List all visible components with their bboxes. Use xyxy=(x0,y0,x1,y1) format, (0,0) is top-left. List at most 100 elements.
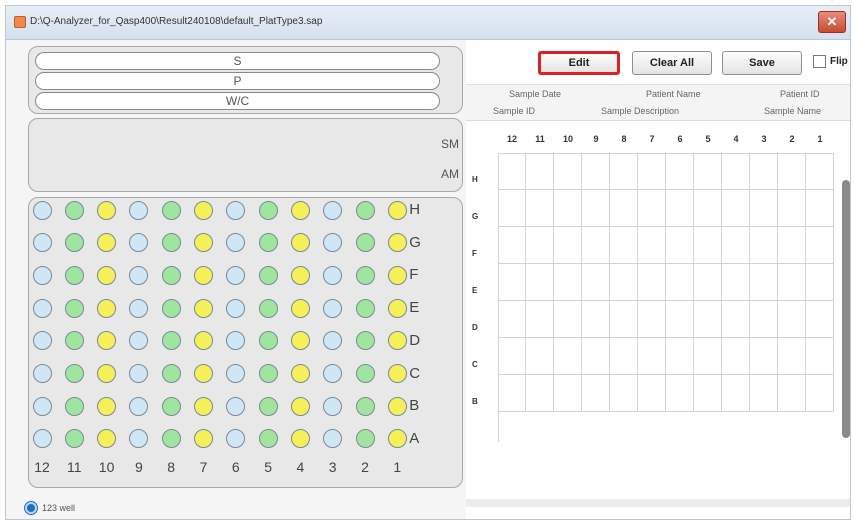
well-A5[interactable] xyxy=(258,429,278,449)
grid-cell-C7[interactable] xyxy=(638,338,666,375)
grid-cell-B12[interactable] xyxy=(498,375,526,412)
grid-cell-B7[interactable] xyxy=(638,375,666,412)
well-H4[interactable] xyxy=(290,200,310,220)
grid-cell-B2[interactable] xyxy=(778,375,806,412)
grid-cell-B4[interactable] xyxy=(722,375,750,412)
header-sample-date[interactable]: Sample Date xyxy=(509,89,561,99)
grid-cell-B6[interactable] xyxy=(666,375,694,412)
well-E8[interactable] xyxy=(161,298,181,318)
well-C5[interactable] xyxy=(258,364,278,383)
well-B1[interactable] xyxy=(387,396,407,416)
grid-cell-D5[interactable] xyxy=(694,301,722,338)
well-H5[interactable] xyxy=(258,200,278,220)
well-G4[interactable] xyxy=(290,233,310,253)
well-D8[interactable] xyxy=(161,331,181,351)
grid-cell-C9[interactable] xyxy=(582,338,610,375)
grid-cell-F5[interactable] xyxy=(694,227,722,264)
well-D3[interactable] xyxy=(323,331,343,351)
well-D12[interactable] xyxy=(32,331,52,351)
well-D1[interactable] xyxy=(387,331,407,351)
well-A9[interactable] xyxy=(129,429,149,449)
well-G11[interactable] xyxy=(64,233,84,253)
grid-cell-H7[interactable] xyxy=(638,153,666,190)
well-E10[interactable] xyxy=(97,298,117,318)
well-E3[interactable] xyxy=(323,298,343,318)
well-G7[interactable] xyxy=(194,233,213,253)
grid-cell-F7[interactable] xyxy=(638,227,666,264)
grid-cell-H5[interactable] xyxy=(694,153,722,190)
grid-cell-D1[interactable] xyxy=(806,301,834,338)
well-F1[interactable] xyxy=(387,265,407,285)
grid-cell-F11[interactable] xyxy=(526,227,554,264)
edit-button[interactable]: Edit xyxy=(538,51,620,75)
s-pill[interactable]: S xyxy=(35,52,440,70)
save-button[interactable]: Save xyxy=(722,51,802,75)
well-A8[interactable] xyxy=(161,429,181,449)
well-A7[interactable] xyxy=(194,429,213,449)
well-F11[interactable] xyxy=(64,265,84,285)
grid-cell-D8[interactable] xyxy=(610,301,638,338)
grid-cell-C4[interactable] xyxy=(722,338,750,375)
well-B10[interactable] xyxy=(97,396,117,416)
well-A6[interactable] xyxy=(226,429,246,449)
well-F9[interactable] xyxy=(129,265,149,285)
header-sample-name[interactable]: Sample Name xyxy=(764,106,821,116)
grid-cell-F8[interactable] xyxy=(610,227,638,264)
vertical-scrollbar[interactable] xyxy=(842,180,850,438)
well-B9[interactable] xyxy=(129,396,149,416)
header-patient-name[interactable]: Patient Name xyxy=(646,89,701,99)
well-E7[interactable] xyxy=(194,298,213,318)
well-B5[interactable] xyxy=(258,396,278,416)
well-D7[interactable] xyxy=(194,331,213,351)
grid-cell-F6[interactable] xyxy=(666,227,694,264)
well-H7[interactable] xyxy=(194,200,213,220)
grid-cell-H3[interactable] xyxy=(750,153,778,190)
radio-selected-icon[interactable] xyxy=(25,502,37,514)
grid-cell-E3[interactable] xyxy=(750,264,778,301)
well-C8[interactable] xyxy=(161,364,181,383)
grid-cell-E4[interactable] xyxy=(722,264,750,301)
well-D6[interactable] xyxy=(226,331,246,351)
well-H6[interactable] xyxy=(226,200,246,220)
header-patient-id[interactable]: Patient ID xyxy=(780,89,820,99)
well-C10[interactable] xyxy=(97,364,117,383)
grid-cell-E2[interactable] xyxy=(778,264,806,301)
header-sample-id[interactable]: Sample ID xyxy=(493,106,535,116)
well-G2[interactable] xyxy=(355,233,375,253)
well-F7[interactable] xyxy=(194,265,213,285)
grid-cell-H11[interactable] xyxy=(526,153,554,190)
well-B3[interactable] xyxy=(323,396,343,416)
grid-cell-F3[interactable] xyxy=(750,227,778,264)
grid-cell-E6[interactable] xyxy=(666,264,694,301)
well-G12[interactable] xyxy=(32,233,52,253)
grid-cell-G12[interactable] xyxy=(498,190,526,227)
grid-cell-H1[interactable] xyxy=(806,153,834,190)
well-D5[interactable] xyxy=(258,331,278,351)
well-F2[interactable] xyxy=(355,265,375,285)
grid-cell-C3[interactable] xyxy=(750,338,778,375)
grid-cell-F9[interactable] xyxy=(582,227,610,264)
well-E4[interactable] xyxy=(290,298,310,318)
well-B4[interactable] xyxy=(290,396,310,416)
grid-cell-G4[interactable] xyxy=(722,190,750,227)
wc-pill[interactable]: W/C xyxy=(35,92,440,110)
well-E6[interactable] xyxy=(226,298,246,318)
well-C6[interactable] xyxy=(226,364,246,383)
well-H1[interactable] xyxy=(387,200,407,220)
grid-cell-G2[interactable] xyxy=(778,190,806,227)
well-C2[interactable] xyxy=(355,364,375,383)
well-D2[interactable] xyxy=(355,331,375,351)
grid-cell-E10[interactable] xyxy=(554,264,582,301)
grid-cell-B9[interactable] xyxy=(582,375,610,412)
grid-cell-F4[interactable] xyxy=(722,227,750,264)
well-B8[interactable] xyxy=(161,396,181,416)
well-D10[interactable] xyxy=(97,331,117,351)
grid-cell-H10[interactable] xyxy=(554,153,582,190)
grid-cell-H2[interactable] xyxy=(778,153,806,190)
well-H12[interactable] xyxy=(32,200,52,220)
well-H10[interactable] xyxy=(97,200,117,220)
grid-cell-C2[interactable] xyxy=(778,338,806,375)
grid-cell-C10[interactable] xyxy=(554,338,582,375)
close-button[interactable]: ✕ xyxy=(818,11,846,33)
well-E12[interactable] xyxy=(32,298,52,318)
